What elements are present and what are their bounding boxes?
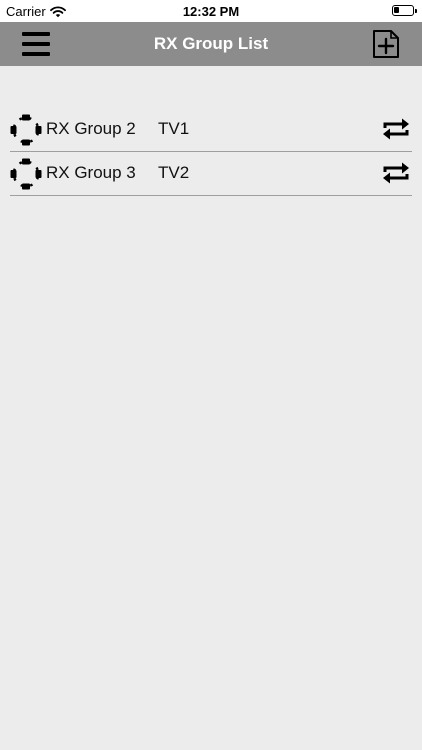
repeat-icon[interactable] (382, 160, 410, 186)
battery-fill (394, 7, 399, 13)
group-tv: TV1 (158, 119, 190, 138)
list-item[interactable]: RX Group 3 TV2 (10, 152, 412, 196)
status-time: 12:32 PM (182, 4, 240, 19)
target-group-icon (10, 114, 42, 146)
group-list: RX Group 2 TV1 RX Group 3 TV2 (10, 108, 412, 196)
group-name: RX Group 3 (46, 163, 136, 182)
nav-bar: RX Group List (0, 22, 422, 66)
target-group-icon (10, 158, 42, 190)
add-document-icon (373, 30, 399, 58)
group-tv: TV2 (158, 163, 190, 182)
list-item[interactable]: RX Group 2 TV1 (10, 108, 412, 152)
add-group-button[interactable] (372, 29, 400, 59)
repeat-icon[interactable] (382, 116, 410, 142)
battery-icon (392, 5, 417, 16)
group-name: RX Group 2 (46, 119, 136, 138)
status-bar: Carrier 12:32 PM (0, 0, 422, 22)
page-title: RX Group List (153, 34, 269, 53)
